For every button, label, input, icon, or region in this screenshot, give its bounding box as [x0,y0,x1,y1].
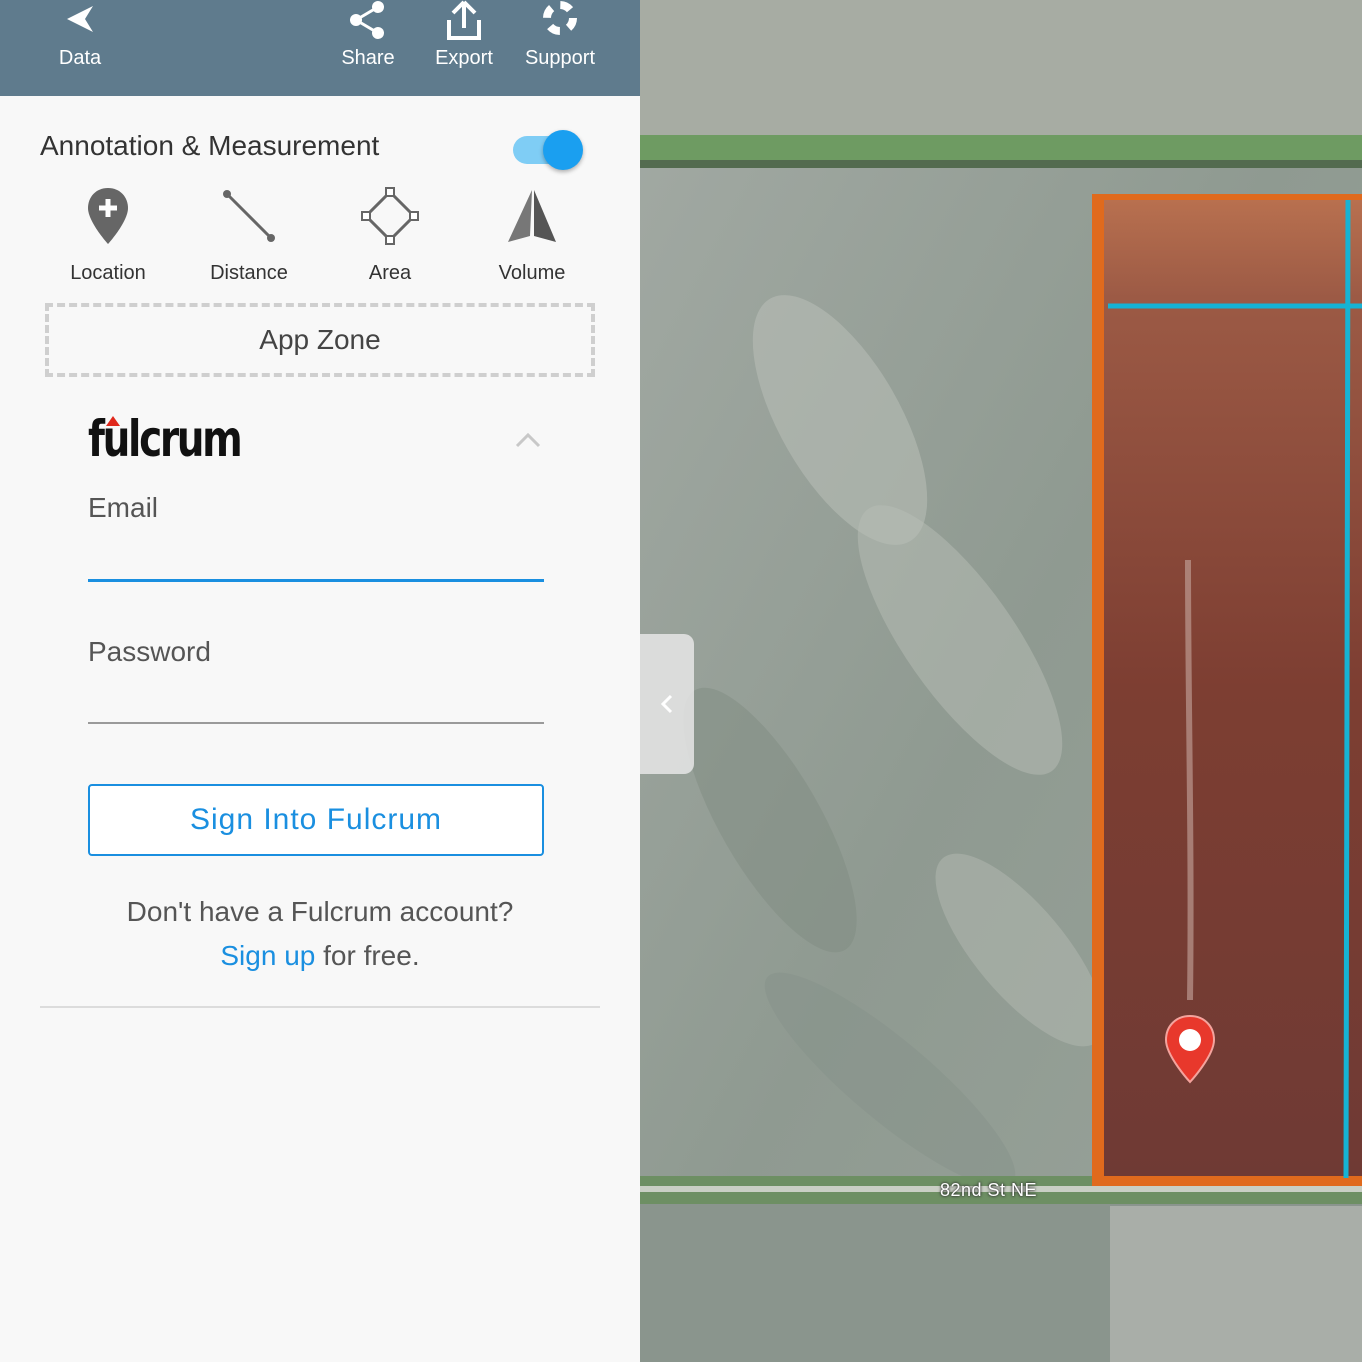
no-account-text: Don't have a Fulcrum account? [126,896,514,927]
area-tool[interactable]: Area [320,186,460,296]
app-zone: App Zone [45,303,595,377]
life-ring-icon [543,1,577,35]
export-icon [447,0,481,40]
back-to-data-button[interactable]: Data [40,0,120,96]
left-panel: Data Share Export Support Annotation & M… [0,0,640,1362]
area-label: Area [368,262,412,284]
distance-line-icon [223,190,275,242]
back-label: Data [58,47,102,69]
share-label: Share [341,47,395,69]
email-underline [88,579,544,582]
chevron-left-icon [660,694,673,714]
back-arrow-icon [67,6,93,32]
export-label: Export [435,47,493,69]
annotation-toggle[interactable] [513,130,585,172]
password-field[interactable] [88,674,544,724]
sign-up-link[interactable]: Sign up [220,940,315,971]
location-pin-icon [88,188,128,244]
collapse-chevron-up-icon[interactable] [514,430,542,450]
export-button[interactable]: Export [424,0,504,96]
support-button[interactable]: Support [514,0,606,96]
volume-label: Volume [498,262,566,284]
support-label: Support [524,47,596,69]
signup-suffix: for free. [315,940,420,971]
road-label: 82nd St NE [940,1180,1038,1200]
satellite-map[interactable] [640,0,1362,1362]
location-tool[interactable]: Location [38,186,178,296]
share-button[interactable]: Share [328,0,408,96]
area-polygon-icon [361,187,419,245]
share-icon [350,1,384,39]
volume-tool[interactable]: Volume [462,186,602,296]
volume-pyramid-icon [508,190,556,242]
password-label: Password [88,636,211,667]
toggle-knob [543,130,583,170]
panel-divider [40,1006,600,1008]
email-field[interactable] [88,530,544,582]
sign-in-button[interactable]: Sign Into Fulcrum [88,784,544,856]
fulcrum-logo-mark-icon [106,416,120,426]
map-imagery [640,0,1362,1362]
email-label: Email [88,492,159,523]
location-label: Location [70,262,146,284]
password-underline [88,722,544,724]
collapse-panel-button[interactable] [640,634,694,774]
signup-line: Sign up for free. [40,940,600,972]
top-toolbar: Data Share Export Support [0,0,640,96]
distance-label: Distance [210,262,288,284]
distance-tool[interactable]: Distance [179,186,319,296]
annotation-title: Annotation & Measurement [40,130,380,161]
